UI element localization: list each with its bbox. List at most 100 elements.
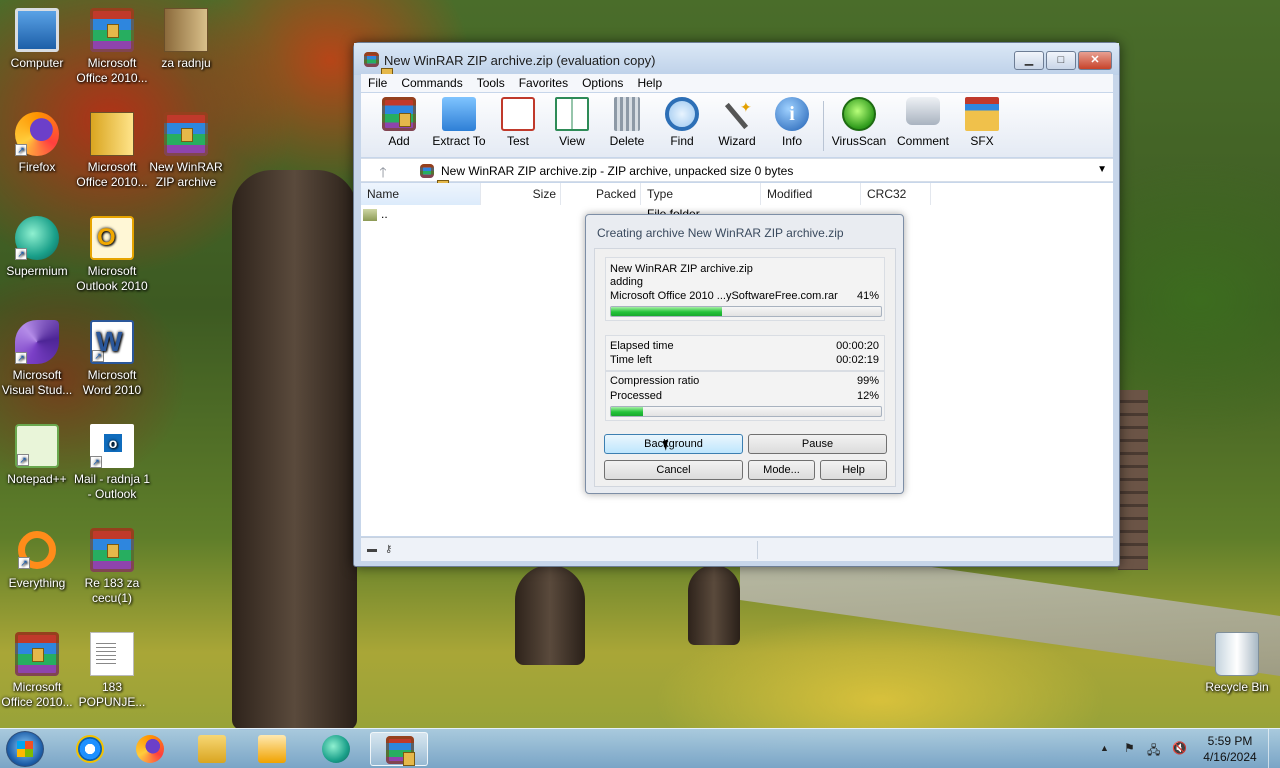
winrar-archive-icon bbox=[164, 112, 208, 156]
volume-muted-icon[interactable]: 🔇 bbox=[1172, 741, 1187, 755]
column-header-crc32[interactable]: CRC32 bbox=[861, 183, 931, 205]
network-icon[interactable]: 🖧 bbox=[1147, 741, 1160, 762]
desktop-icon-everything[interactable]: ↗ Everything bbox=[0, 528, 77, 591]
show-desktop-button[interactable] bbox=[1268, 729, 1280, 768]
test-checklist-icon bbox=[501, 97, 535, 131]
desktop-icon-new-winrar-zip[interactable]: New WinRAR ZIP archive bbox=[146, 112, 226, 190]
minimize-button[interactable]: ▁ bbox=[1014, 51, 1044, 70]
taskbar-firefox[interactable] bbox=[128, 732, 172, 766]
desktop-icon-office-rar-1[interactable]: Microsoft Office 2010... bbox=[72, 8, 152, 86]
elapsed-value: 00:00:20 bbox=[836, 340, 879, 352]
find-magnifier-icon bbox=[665, 97, 699, 131]
cancel-button[interactable]: Cancel bbox=[604, 460, 743, 480]
virusscan-icon bbox=[842, 97, 876, 131]
column-header-name[interactable]: Name bbox=[361, 183, 481, 205]
menu-bar: File Commands Tools Favorites Options Help bbox=[361, 74, 1113, 92]
desktop-icon-183-popunje[interactable]: 183 POPUNJE... bbox=[72, 632, 152, 710]
elapsed-label: Elapsed time bbox=[610, 340, 674, 352]
column-header-packed[interactable]: Packed bbox=[561, 183, 641, 205]
toolbar-comment-button[interactable]: Comment bbox=[893, 97, 953, 148]
mode-button[interactable]: Mode... bbox=[748, 460, 815, 480]
scenery-tree-trunk bbox=[688, 565, 740, 645]
shortcut-arrow-icon: ↗ bbox=[15, 248, 27, 260]
toolbar-view-button[interactable]: View bbox=[542, 97, 602, 148]
desktop-icon-office-folder[interactable]: Microsoft Office 2010... bbox=[72, 112, 152, 190]
menu-favorites[interactable]: Favorites bbox=[512, 74, 575, 92]
menu-help[interactable]: Help bbox=[630, 74, 669, 92]
scenery-tree-trunk bbox=[232, 170, 357, 730]
sfx-box-icon bbox=[965, 97, 999, 131]
background-button[interactable]: Background bbox=[604, 434, 743, 454]
desktop-icon-za-radnju[interactable]: za radnju bbox=[146, 8, 226, 71]
key-icon: ⚷ bbox=[385, 544, 393, 555]
scenery-cabin bbox=[1118, 390, 1148, 570]
help-button[interactable]: Help bbox=[820, 460, 887, 480]
desktop-icon-outlook[interactable]: Microsoft Outlook 2010 bbox=[72, 216, 152, 294]
desktop-icon-mail-outlook[interactable]: ↗Mail - radnja 1 - Outlook bbox=[72, 424, 152, 502]
toolbar-test-button[interactable]: Test bbox=[488, 97, 548, 148]
desktop-icon-re-183[interactable]: Re 183 za cecu(1) bbox=[72, 528, 152, 606]
pause-button[interactable]: Pause bbox=[748, 434, 887, 454]
total-progress-bar bbox=[610, 406, 882, 417]
toolbar-sfx-button[interactable]: SFX bbox=[952, 97, 1012, 148]
taskbar-media-player[interactable] bbox=[250, 732, 294, 766]
compression-ratio-value: 99% bbox=[856, 375, 879, 387]
toolbar-virusscan-button[interactable]: VirusScan bbox=[829, 97, 889, 148]
add-books-icon bbox=[382, 97, 416, 131]
menu-tools[interactable]: Tools bbox=[470, 74, 512, 92]
desktop-icon-firefox[interactable]: ↗ Firefox bbox=[0, 112, 77, 175]
close-button[interactable]: ✕ bbox=[1078, 51, 1112, 70]
title-bar[interactable]: New WinRAR ZIP archive.zip (evaluation c… bbox=[354, 43, 1119, 82]
status-divider bbox=[757, 541, 758, 559]
clock-time: 5:59 PM bbox=[1207, 734, 1253, 748]
address-bar[interactable]: 🡑 New WinRAR ZIP archive.zip - ZIP archi… bbox=[361, 158, 1113, 194]
desktop-icon-visual-studio[interactable]: ↗ Microsoft Visual Stud... bbox=[0, 320, 77, 398]
toolbar-add-button[interactable]: Add bbox=[369, 97, 429, 148]
toolbar-delete-button[interactable]: Delete bbox=[597, 97, 657, 148]
taskbar-internet-explorer[interactable] bbox=[68, 732, 112, 766]
toolbar: Add Extract To Test View Delete Find ✦ Wi… bbox=[361, 93, 1113, 157]
column-header-modified[interactable]: Modified bbox=[761, 183, 861, 205]
recycle-bin-icon bbox=[1215, 632, 1259, 676]
document-icon bbox=[90, 632, 134, 676]
supermium-icon: ↗ bbox=[15, 216, 59, 260]
start-button[interactable] bbox=[6, 731, 44, 767]
current-file: Microsoft Office 2010 ...ySoftwareFree.c… bbox=[610, 290, 838, 302]
archive-progress-dialog: Creating archive New WinRAR ZIP archive.… bbox=[585, 214, 904, 494]
firefox-icon bbox=[136, 735, 164, 763]
notepadpp-icon: ↗ bbox=[15, 424, 59, 468]
menu-options[interactable]: Options bbox=[575, 74, 630, 92]
winrar-archive-icon bbox=[90, 528, 134, 572]
action-center-flag-icon[interactable]: ⚑ bbox=[1124, 741, 1135, 755]
clock-date: 4/16/2024 bbox=[1203, 750, 1257, 764]
menu-commands[interactable]: Commands bbox=[394, 74, 469, 92]
toolbar-separator bbox=[823, 101, 824, 151]
taskbar-clock[interactable]: 5:59 PM 4/16/2024 bbox=[1196, 733, 1264, 765]
parent-folder-icon bbox=[363, 208, 377, 221]
maximize-button[interactable]: □ bbox=[1046, 51, 1076, 70]
desktop-icon-notepadpp[interactable]: ↗ Notepad++ bbox=[0, 424, 77, 487]
toolbar-wizard-button[interactable]: ✦ Wizard bbox=[707, 97, 767, 148]
desktop-icon-office-rar-2[interactable]: Microsoft Office 2010... bbox=[0, 632, 77, 710]
file-percent: 41% bbox=[856, 290, 879, 302]
chevron-down-icon[interactable]: ▼ bbox=[1097, 164, 1107, 175]
desktop-icon-supermium[interactable]: ↗ Supermium bbox=[0, 216, 77, 279]
toolbar-find-button[interactable]: Find bbox=[652, 97, 712, 148]
column-header-type[interactable]: Type bbox=[641, 183, 761, 205]
tray-chevron-icon[interactable]: ▲ bbox=[1100, 743, 1109, 753]
toolbar-info-button[interactable]: i Info bbox=[762, 97, 822, 148]
desktop-icon-computer[interactable]: Computer bbox=[0, 8, 77, 71]
taskbar-winrar[interactable] bbox=[370, 732, 428, 766]
taskbar-supermium[interactable] bbox=[314, 732, 358, 766]
table-row[interactable]: .. File folder bbox=[363, 207, 700, 225]
desktop-icon-word[interactable]: ↗Microsoft Word 2010 bbox=[72, 320, 152, 398]
supermium-icon bbox=[322, 735, 350, 763]
taskbar-file-explorer[interactable] bbox=[190, 732, 234, 766]
column-header-size[interactable]: Size bbox=[481, 183, 561, 205]
office-folder-icon bbox=[90, 112, 134, 156]
toolbar-extract-to-button[interactable]: Extract To bbox=[428, 97, 490, 148]
desktop-icon-recycle-bin[interactable]: Recycle Bin bbox=[1197, 632, 1277, 695]
menu-file[interactable]: File bbox=[361, 74, 394, 92]
delete-bin-icon bbox=[614, 97, 640, 131]
file-explorer-icon bbox=[198, 735, 226, 763]
